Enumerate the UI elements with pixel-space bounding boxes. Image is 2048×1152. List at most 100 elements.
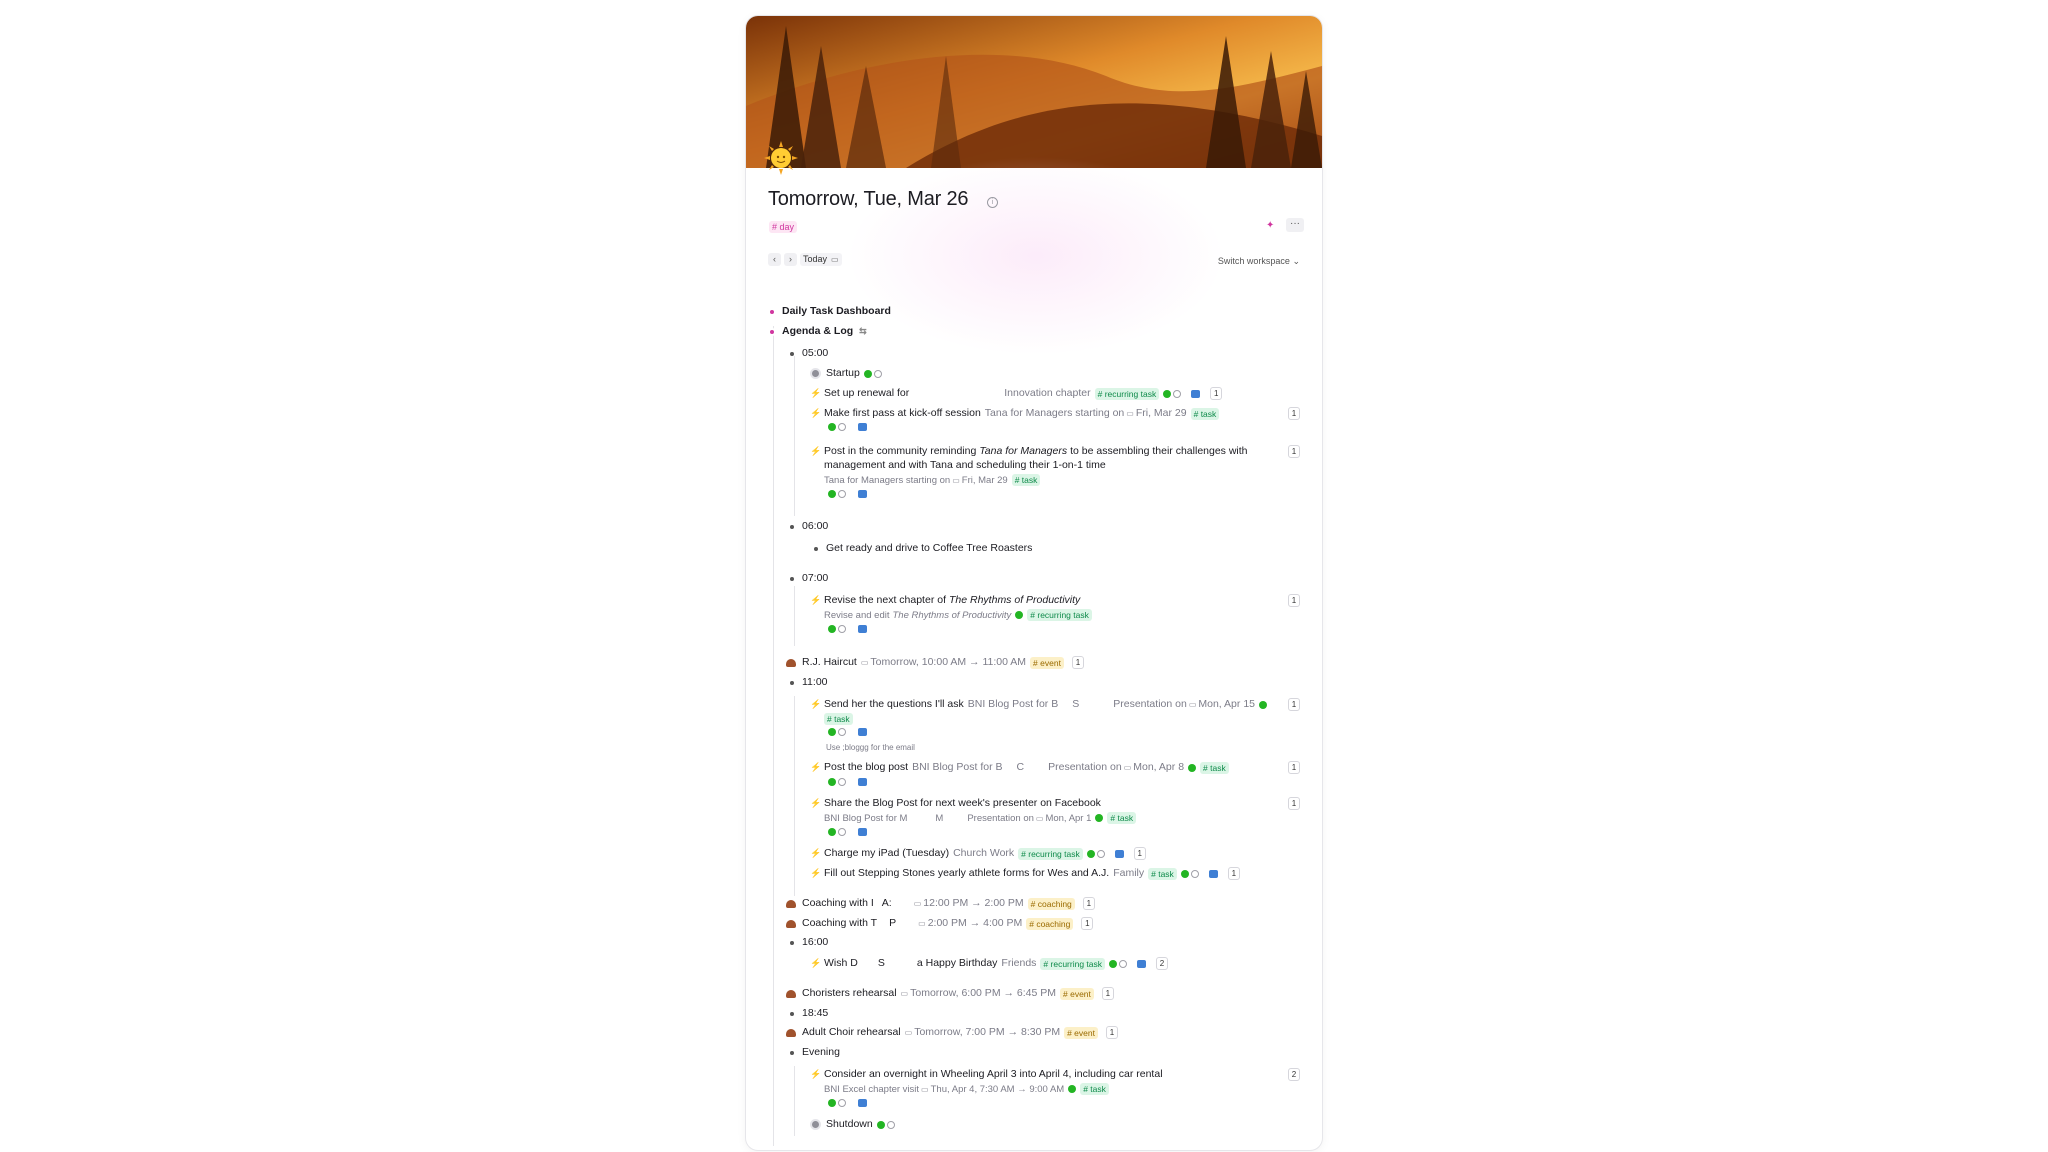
time-node-1845[interactable]: 18:45 [790,1007,828,1020]
calendar-sync-icon[interactable] [858,828,867,836]
day-tag[interactable]: # day [769,221,798,233]
item-reference[interactable]: Church Work [953,847,1014,860]
time-node-0600[interactable]: 06:00 [790,520,828,533]
item-date[interactable]: Fri, Mar 29 [962,475,1008,486]
calendar-sync-icon[interactable] [858,490,867,498]
item-reference[interactable]: Family [1113,867,1144,880]
event-tag[interactable]: # event [1060,987,1094,1000]
item-date[interactable]: Mon, Apr 1 [1045,813,1091,824]
coaching-tag[interactable]: # coaching [1026,917,1074,930]
time-node-0500[interactable]: 05:00 [790,347,828,360]
calendar-sync-icon[interactable] [1208,869,1218,878]
child-count-badge[interactable]: 1 [1288,797,1300,810]
list-item-stepping[interactable]: ⚡ Fill out Stepping Stones yearly athlete… [810,867,1240,880]
coaching-tag[interactable]: # coaching [1027,897,1075,910]
list-item-questions[interactable]: ⚡ Send her the questions I'll ask BNI Blog… [810,698,1267,711]
item-reference[interactable]: M [935,813,943,824]
item-date[interactable]: Mon, Apr 15 [1198,698,1255,711]
list-item-birthday[interactable]: ⚡ Wish D Sa Happy Birthday Friends # recurri… [810,957,1169,970]
task-tag[interactable]: # task [1148,867,1177,880]
list-item-revise[interactable]: ⚡ Revise the next chapter of The Rhythms … [810,594,1080,607]
event-coaching-1[interactable]: Coaching with I A: ▭ 12:00 PM → 2:00 PM # co… [786,897,1095,910]
item-date[interactable]: Tomorrow, 10:00 AM → 11:00 AM [870,656,1026,669]
task-tag[interactable]: # task [1200,761,1229,774]
section-daily-task-dashboard[interactable]: Daily Task Dashboard [768,305,891,318]
event-coaching-2[interactable]: Coaching with T P ▭ 2:00 PM → 4:00 PM # coac… [786,917,1094,930]
event-haircut[interactable]: R.J. Haircut ▭ Tomorrow, 10:00 AM → 11:00 … [786,656,1084,669]
child-count-badge[interactable]: 1 [1288,445,1300,458]
time-node-evening[interactable]: Evening [790,1046,840,1059]
list-item-blog-post[interactable]: ⚡ Post the blog post BNI Blog Post for B C P… [810,761,1229,774]
recurring-task-tag[interactable]: # recurring task [1094,387,1160,400]
list-item-share[interactable]: ⚡ Share the Blog Post for next week's pre… [810,797,1101,810]
calendar-sync-icon[interactable] [858,728,867,736]
item-reference[interactable]: Revise and edit [824,610,889,621]
next-day-button[interactable]: › [784,253,797,266]
item-reference[interactable]: S [1072,698,1079,711]
list-item-post-community[interactable]: ⚡ Post in the community reminding Tana fo… [810,445,1248,458]
item-reference[interactable]: C [1017,761,1025,774]
item-reference[interactable]: Tana for Managers starting on [824,475,950,486]
child-count-badge[interactable]: 1 [1288,761,1300,774]
recurring-task-tag[interactable]: # recurring task [1027,609,1092,621]
list-item-shutdown[interactable]: Shutdown [810,1118,895,1131]
item-reference[interactable]: BNI Blog Post for B [912,761,1002,774]
calendar-sync-icon[interactable] [1114,849,1124,858]
item-reference[interactable]: BNI Excel chapter visit [824,1084,919,1095]
child-count-badge[interactable]: 1 [1081,917,1094,930]
item-date[interactable]: Tomorrow, 7:00 PM → 8:30 PM [914,1026,1060,1039]
list-item-kickoff[interactable]: ⚡ Make first pass at kick-off session Tana… [810,407,1220,420]
time-node-0700[interactable]: 07:00 [790,572,828,585]
item-date[interactable]: Thu, Apr 4, 7:30 AM → 9:00 AM [931,1084,1065,1095]
switch-workspace-button[interactable]: Switch workspace ⌄ [1218,256,1300,267]
time-node-1100[interactable]: 11:00 [790,676,828,689]
list-item-ipad[interactable]: ⚡ Charge my iPad (Tuesday) Church Work # re… [810,847,1146,860]
section-agenda-log[interactable]: Agenda & Log ⇆ [768,325,867,338]
child-count-badge[interactable]: 1 [1210,387,1223,400]
child-count-badge[interactable]: 2 [1156,957,1169,970]
previous-day-button[interactable]: ‹ [768,253,781,266]
calendar-sync-icon[interactable] [858,423,867,431]
ai-sparkle-icon[interactable]: ✦ [1266,220,1274,231]
task-tag[interactable]: # task [1080,1083,1109,1095]
child-count-badge[interactable]: 1 [1288,698,1300,711]
child-count-badge[interactable]: 1 [1101,987,1114,1000]
event-tag[interactable]: # event [1030,656,1064,669]
recurring-task-tag[interactable]: # recurring task [1040,957,1106,970]
item-date[interactable]: 2:00 PM → 4:00 PM [928,917,1023,930]
info-icon[interactable]: i [987,197,998,208]
calendar-sync-icon[interactable] [858,1099,867,1107]
item-reference[interactable]: Presentation on [1048,761,1122,774]
refresh-icon[interactable]: ⇆ [859,325,867,338]
list-item-renewal[interactable]: ⚡ Set up renewal for Innovation chapter # r… [810,387,1223,400]
item-reference[interactable]: Presentation on [1113,698,1187,711]
task-tag[interactable]: # task [824,713,853,725]
child-count-badge[interactable]: 1 [1288,407,1300,420]
child-count-badge[interactable]: 2 [1288,1068,1300,1081]
child-count-badge[interactable]: 1 [1133,847,1146,860]
list-item-coffee[interactable]: Get ready and drive to Coffee Tree Roast… [814,542,1032,555]
list-item-startup[interactable]: Startup [810,367,882,380]
event-tag[interactable]: # event [1064,1026,1098,1039]
item-date[interactable]: 12:00 PM → 2:00 PM [923,897,1023,910]
more-options-button[interactable]: ··· [1286,218,1304,232]
task-tag[interactable]: # task [1190,407,1220,420]
item-date[interactable]: Tomorrow, 6:00 PM → 6:45 PM [910,987,1056,1000]
task-tag[interactable]: # task [1107,812,1137,824]
task-tag[interactable]: # task [1011,474,1041,486]
calendar-sync-icon[interactable] [858,625,867,633]
calendar-sync-icon[interactable] [858,778,867,786]
child-count-badge[interactable]: 1 [1071,656,1084,669]
item-reference[interactable]: Friends [1001,957,1036,970]
item-reference[interactable]: Tana for Managers starting on [985,407,1125,420]
calendar-sync-icon[interactable] [1137,959,1147,968]
item-date[interactable]: Fri, Mar 29 [1136,407,1187,420]
time-node-1600[interactable]: 16:00 [790,936,828,949]
item-reference[interactable]: BNI Blog Post for B [968,698,1058,711]
recurring-task-tag[interactable]: # recurring task [1018,847,1083,860]
today-button[interactable]: Today ▭ [800,253,842,266]
item-reference-italic[interactable]: The Rhythms of Productivity [892,610,1011,621]
child-count-badge[interactable]: 1 [1105,1026,1118,1039]
item-reference[interactable]: Presentation on [967,813,1034,824]
item-reference[interactable]: BNI Blog Post for M [824,813,907,824]
